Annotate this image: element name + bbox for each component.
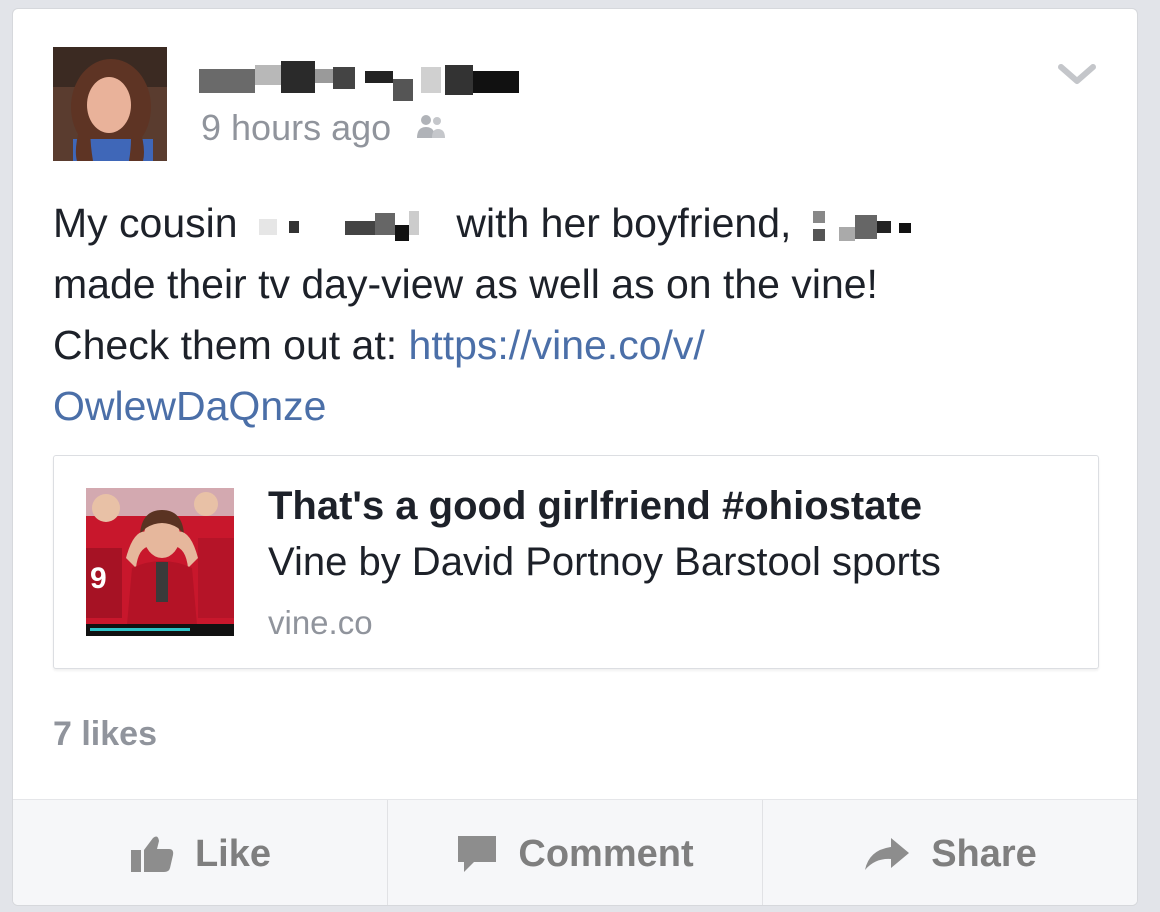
- svg-text:9: 9: [90, 562, 107, 595]
- post-meta: 9 hours ago: [201, 107, 447, 149]
- boyfriend-name-redacted: [803, 211, 923, 242]
- share-button[interactable]: Share: [763, 800, 1137, 905]
- like-button[interactable]: Like: [13, 800, 388, 905]
- post-card: 9 hours ago My cousin with her boyfriend…: [12, 8, 1138, 906]
- post-link-line1[interactable]: https://vine.co/v/: [409, 322, 705, 368]
- preview-thumbnail[interactable]: 9: [86, 488, 234, 636]
- avatar[interactable]: [53, 47, 167, 161]
- chevron-down-icon[interactable]: [1055, 59, 1099, 89]
- preview-subtitle: Vine by David Portnoy Barstool sports: [268, 540, 941, 584]
- post-text: My cousin with her boyfriend, made their…: [53, 193, 1073, 437]
- timestamp[interactable]: 9 hours ago: [201, 107, 391, 149]
- comment-icon: [456, 834, 498, 874]
- preview-domain: vine.co: [268, 604, 373, 641]
- like-label: Like: [194, 832, 272, 875]
- link-preview[interactable]: 9 That's a good girlfriend #ohiostate Vi…: [53, 455, 1099, 669]
- comment-button[interactable]: Comment: [388, 800, 763, 905]
- thumbs-up-icon: [129, 834, 175, 874]
- share-arrow-icon: [863, 836, 911, 872]
- post-text-part4: Check them out at:: [53, 322, 398, 368]
- post-link-line2[interactable]: OwlewDaQnze: [53, 383, 326, 429]
- author-name-redacted[interactable]: [199, 61, 519, 101]
- preview-title[interactable]: That's a good girlfriend #ohiostate: [268, 484, 922, 529]
- cousin-name-redacted: [249, 211, 445, 242]
- share-label: Share: [931, 832, 1037, 875]
- post-text-part3: made their tv day-view as well as on the…: [53, 261, 878, 307]
- action-bar: Like Comment Share: [13, 799, 1137, 905]
- post-text-part2: with her boyfriend,: [456, 200, 792, 246]
- friends-icon[interactable]: [415, 107, 447, 149]
- comment-label: Comment: [518, 832, 694, 875]
- likes-count[interactable]: 7 likes: [53, 715, 157, 754]
- post-text-part1: My cousin: [53, 200, 238, 246]
